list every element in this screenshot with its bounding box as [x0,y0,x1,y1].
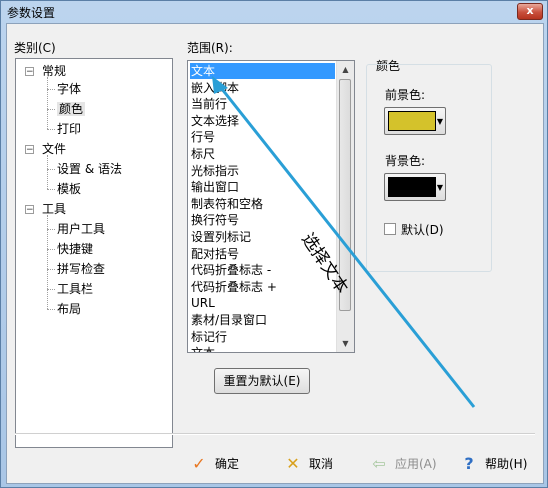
tree-node[interactable]: 拼写检查 [57,261,105,277]
background-color-picker[interactable]: ▼ [384,173,446,201]
tree-node-label: 文件 [42,142,67,156]
tree-connector [47,77,48,129]
tree-node[interactable]: 用户工具 [57,221,105,237]
tree-node-label: 颜色 [57,102,86,116]
collapse-icon[interactable]: − [25,145,34,155]
tree-connector [47,189,55,190]
collapse-icon[interactable]: − [25,205,34,215]
tree-node[interactable]: 字体 [57,81,81,97]
cancel-button[interactable]: ✕ 取消 [283,453,333,473]
tree-connector [47,249,55,250]
scroll-up-icon[interactable]: ▲ [337,61,354,78]
ok-button[interactable]: ✓ 确定 [189,453,239,473]
tree-node-label: 常规 [42,64,67,78]
tree-node-label: 打印 [57,122,82,136]
tree-connector [47,129,55,130]
cross-icon: ✕ [286,453,300,473]
tree-connector [47,155,48,189]
list-item[interactable]: 制表符和空格 [190,196,335,212]
title-bar[interactable]: 参数设置 x [1,1,547,23]
scope-scrollbar[interactable]: ▲ ▼ [336,61,354,352]
chevron-down-icon: ▼ [436,183,443,192]
list-item[interactable]: 换行符号 [190,212,335,228]
tree-node[interactable]: 布局 [57,301,81,317]
list-item[interactable]: 文本选择 [190,113,335,129]
dialog-body: 类别(C) − 常规 字体 颜色 打印 − 文件 设置 & 语法 模板 − 工具 用户工具 快捷键 拼写检… [6,23,544,484]
tree-connector [47,289,55,290]
list-item[interactable]: 嵌入脚本 [190,80,335,96]
list-item[interactable]: 素材/目录窗口 [190,312,335,328]
list-item[interactable]: 当前行 [190,96,335,112]
checkmark-icon: ✓ [192,453,206,473]
category-label: 类别(C) [14,41,56,55]
scope-list[interactable]: 文本 嵌入脚本 当前行 文本选择 行号 标尺 光标指示 输出窗口 制表符和空格 换行符号 设置列标记… [187,60,355,353]
tree-node[interactable]: 工具栏 [57,281,93,297]
scope-label: 范围(R): [187,41,233,55]
footer-separator [15,433,535,435]
category-tree[interactable]: − 常规 字体 颜色 打印 − 文件 设置 & 语法 模板 − 工具 用户工具 快捷键 拼写检查 工具栏 布局 [15,58,173,448]
reset-default-button[interactable]: 重置为默认(E) [214,368,310,394]
default-checkbox-label: 默认(D) [401,223,444,237]
list-item[interactable]: 标记行 [190,329,335,345]
tree-connector [47,109,55,110]
tree-node-group[interactable]: − 文件 [25,141,67,157]
tree-connector [47,269,55,270]
collapse-icon[interactable]: − [25,67,34,77]
tree-node-label: 工具栏 [57,282,94,296]
scroll-down-icon[interactable]: ▼ [337,335,354,352]
tree-node-label: 用户工具 [57,222,106,236]
tree-connector [47,229,55,230]
list-item[interactable]: URL [190,295,335,311]
list-item[interactable]: 光标指示 [190,163,335,179]
tree-node[interactable]: 打印 [57,121,81,137]
tree-node-label: 模板 [57,182,82,196]
tree-connector [47,169,55,170]
tree-connector [47,89,55,90]
default-checkbox[interactable] [384,223,396,235]
window-title: 参数设置 [7,6,56,20]
color-group: 前景色: ▼ 背景色: ▼ 默认(D) [366,64,492,272]
foreground-label: 前景色: [385,88,426,102]
tree-node-label: 字体 [57,82,82,96]
tree-node-label: 快捷键 [57,242,94,256]
foreground-swatch [388,111,436,131]
tree-node[interactable]: 颜色 [57,101,86,117]
list-item[interactable]: 输出窗口 [190,179,335,195]
settings-dialog: 参数设置 x 类别(C) − 常规 字体 颜色 打印 − 文件 设置 & 语法 模板 − 工具 用户工… [0,0,548,488]
list-item[interactable]: 文本 [190,63,335,79]
background-label: 背景色: [385,154,426,168]
tree-node-label: 设置 & 语法 [57,162,122,176]
question-icon: ? [464,453,474,473]
help-button[interactable]: ? 帮助(H) [459,453,527,473]
arrow-left-icon: ⇦ [372,453,386,473]
tree-node[interactable]: 设置 & 语法 [57,161,122,177]
tree-node-group[interactable]: − 常规 [25,63,67,79]
tree-connector [47,309,55,310]
tree-node[interactable]: 快捷键 [57,241,93,257]
tree-node-label: 布局 [57,302,82,316]
list-item[interactable]: 行号 [190,129,335,145]
apply-button[interactable]: ⇦ 应用(A) [369,453,436,473]
tree-node-label: 拼写检查 [57,262,106,276]
tree-node[interactable]: 模板 [57,181,81,197]
chevron-down-icon: ▼ [436,117,443,126]
tree-node-label: 工具 [42,202,67,216]
list-item[interactable]: 标尺 [190,146,335,162]
close-button[interactable]: x [517,3,543,20]
background-swatch [388,177,436,197]
foreground-color-picker[interactable]: ▼ [384,107,446,135]
list-item[interactable]: 代码折叠标志 + [190,279,335,295]
tree-node-group[interactable]: − 工具 [25,201,67,217]
list-item[interactable]: 文本 [190,345,335,352]
